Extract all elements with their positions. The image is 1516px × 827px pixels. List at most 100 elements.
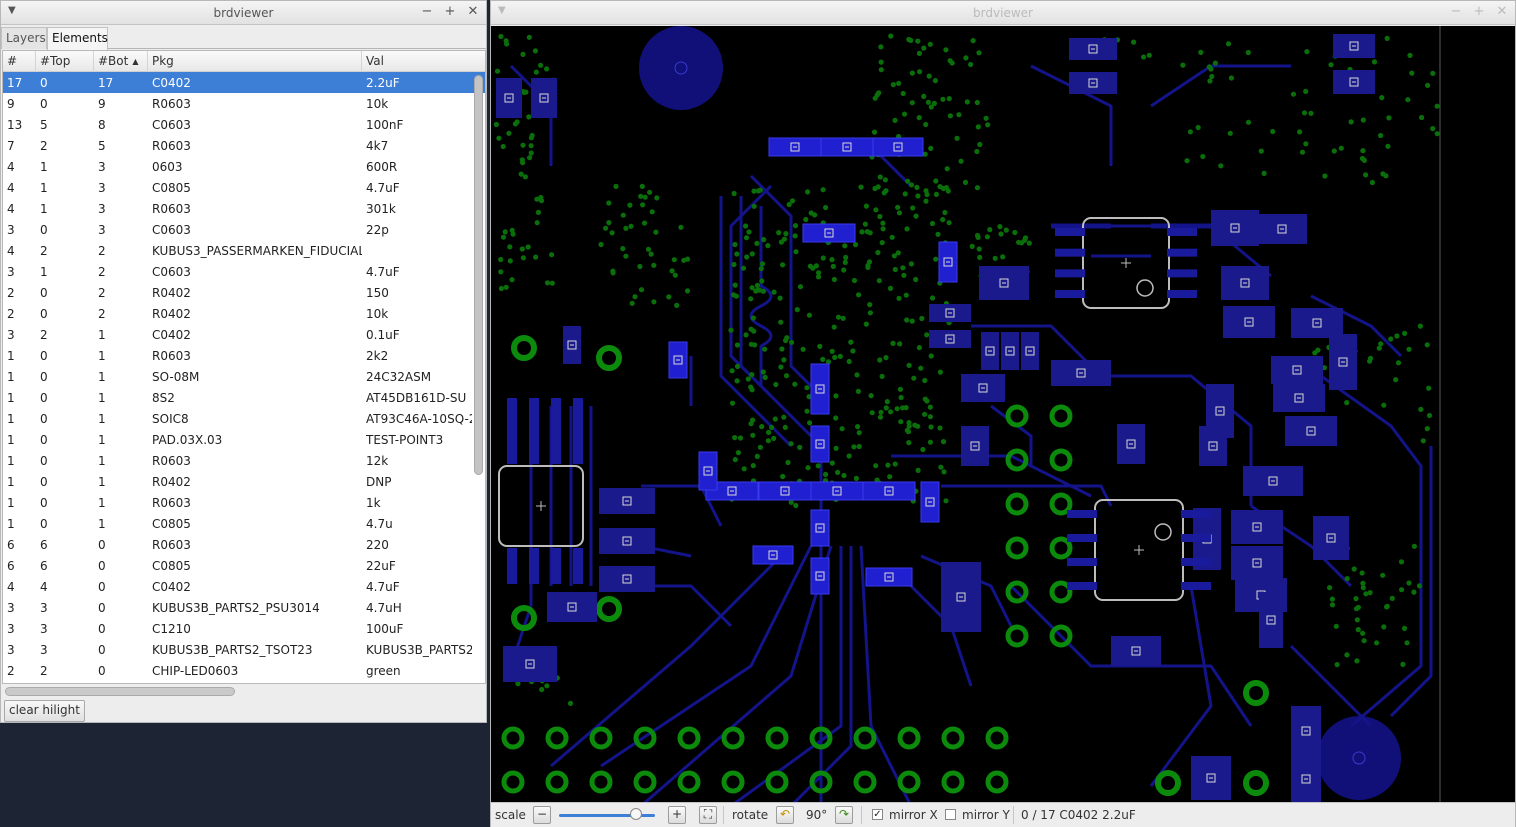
cell-top: 0 xyxy=(40,391,48,405)
pin1-marker xyxy=(1136,279,1154,297)
via xyxy=(623,253,629,259)
table-row[interactable]: 4 4 0 C0402 4.7uF xyxy=(3,576,485,597)
col-header-bot[interactable]: #Bot ▲ xyxy=(94,51,148,72)
via xyxy=(620,246,626,252)
via xyxy=(766,429,772,435)
table-row[interactable]: 4 1 3 R0603 301k xyxy=(3,198,485,219)
col-header-label: # xyxy=(7,54,18,68)
via xyxy=(748,341,754,347)
cell-top: 0 xyxy=(40,307,48,321)
close-button[interactable]: ✕ xyxy=(466,3,480,21)
minimize-button[interactable]: − xyxy=(420,3,434,21)
rotate-right-icon[interactable]: ↷ xyxy=(835,806,853,824)
table-row[interactable]: 3 3 0 C1210 100uF xyxy=(3,618,485,639)
table-row[interactable]: 17 0 17 C0402 2.2uF xyxy=(3,72,485,93)
via xyxy=(817,343,823,349)
table-row[interactable]: 6 6 0 C0805 22uF xyxy=(3,555,485,576)
header-pin xyxy=(765,726,789,750)
clear-hilight-button[interactable]: clear hilight xyxy=(4,700,85,722)
via xyxy=(734,251,740,257)
col-header-top[interactable]: #Top xyxy=(36,51,94,72)
table-row[interactable]: 4 1 3 0603 600R xyxy=(3,156,485,177)
col-header-val[interactable]: Val xyxy=(362,51,474,72)
via xyxy=(903,405,909,411)
cell-count: 3 xyxy=(7,622,15,636)
vertical-scrollbar[interactable] xyxy=(474,75,483,475)
table-row[interactable]: 1 0 1 R0402 DNP xyxy=(3,471,485,492)
smd-component xyxy=(810,509,830,547)
pcb-board-canvas[interactable] xyxy=(491,26,1515,802)
via xyxy=(500,234,507,240)
table-row[interactable]: 1 0 1 PAD.03X.03 TEST-POINT3 xyxy=(3,429,485,450)
zoom-out-icon[interactable]: − xyxy=(533,806,551,824)
via xyxy=(842,259,848,265)
scale-slider-handle[interactable] xyxy=(629,808,642,820)
tab-layers[interactable]: Layers xyxy=(1,27,47,49)
table-row[interactable]: 1 0 1 SO-08M 24C32ASM xyxy=(3,366,485,387)
table-row[interactable]: 3 2 1 C0402 0.1uF xyxy=(3,324,485,345)
cell-count: 3 xyxy=(7,643,15,657)
via xyxy=(654,195,660,201)
close-button[interactable]: ✕ xyxy=(1495,3,1509,21)
table-row[interactable]: 1 0 1 R0603 2k2 xyxy=(3,345,485,366)
table-row[interactable]: 4 1 3 C0805 4.7uF xyxy=(3,177,485,198)
table-row[interactable]: 1 0 1 C0805 4.7u xyxy=(3,513,485,534)
via xyxy=(1395,360,1402,366)
via xyxy=(610,268,616,274)
through-hole xyxy=(1243,680,1269,706)
via xyxy=(1245,119,1252,125)
cell-bot: 2 xyxy=(98,265,106,279)
col-header-count[interactable]: # xyxy=(3,51,36,72)
via xyxy=(937,369,943,375)
mirror-x-checkbox[interactable]: ✓ xyxy=(872,809,883,820)
table-row[interactable]: 13 5 8 C0603 100nF xyxy=(3,114,485,135)
via xyxy=(888,33,894,39)
mirror-y-checkbox[interactable] xyxy=(945,809,956,820)
via xyxy=(916,345,922,351)
via xyxy=(732,435,738,441)
table-row[interactable]: 7 2 5 R0603 4k7 xyxy=(3,135,485,156)
table-row[interactable]: 3 3 0 KUBUS3B_PARTS2_PSU3014 4.7uH xyxy=(3,597,485,618)
via xyxy=(1409,70,1415,76)
table-row[interactable]: 2 0 2 R0402 10k xyxy=(3,303,485,324)
via xyxy=(898,394,904,401)
header-pin xyxy=(501,770,525,794)
via xyxy=(1361,638,1367,644)
via xyxy=(503,284,509,290)
via xyxy=(761,237,767,243)
horizontal-scrollbar[interactable] xyxy=(5,687,235,696)
rotate-left-icon[interactable]: ↶ xyxy=(776,806,794,824)
via xyxy=(1328,62,1334,68)
table-row[interactable]: 6 6 0 R0603 220 xyxy=(3,534,485,555)
via xyxy=(1329,596,1335,602)
table-row[interactable]: 3 3 0 KUBUS3B_PARTS2_TSOT23 KUBUS3B_PARTS2_ xyxy=(3,639,485,660)
table-row[interactable]: 9 0 9 R0603 10k xyxy=(3,93,485,114)
table-row[interactable]: 2 0 2 R0402 150 xyxy=(3,282,485,303)
via xyxy=(1378,132,1384,139)
col-header-pkg[interactable]: Pkg xyxy=(148,51,362,72)
minimize-button[interactable]: − xyxy=(1449,3,1463,21)
zoom-in-icon[interactable]: + xyxy=(668,806,686,824)
table-row[interactable]: 4 2 2 KUBUS3_PASSERMARKEN_FIDUCIAL xyxy=(3,240,485,261)
table-row[interactable]: 1 0 1 SOIC8 AT93C46A-10SQ-2. xyxy=(3,408,485,429)
via xyxy=(1003,227,1009,233)
tab-elements[interactable]: Elements xyxy=(47,27,108,50)
maximize-button[interactable]: + xyxy=(1472,3,1486,21)
via xyxy=(855,388,861,394)
via xyxy=(915,193,921,199)
via xyxy=(873,207,879,213)
table-row[interactable]: 1 0 1 R0603 12k xyxy=(3,450,485,471)
via xyxy=(878,67,884,73)
table-row[interactable]: 2 2 0 CHIP-LED0603 green xyxy=(3,660,485,681)
mounting-hole xyxy=(1317,716,1401,800)
table-row[interactable]: 1 0 1 R0603 1k xyxy=(3,492,485,513)
maximize-button[interactable]: + xyxy=(443,3,457,21)
table-row[interactable]: 1 0 1 8S2 AT45DB161D-SU xyxy=(3,387,485,408)
via xyxy=(567,700,574,707)
via xyxy=(891,253,897,259)
via xyxy=(789,198,796,204)
table-row[interactable]: 3 1 2 C0603 4.7uF xyxy=(3,261,485,282)
table-row[interactable]: 3 0 3 C0603 22p xyxy=(3,219,485,240)
cell-count: 4 xyxy=(7,244,15,258)
fit-view-icon[interactable]: ⛶ xyxy=(699,806,717,824)
